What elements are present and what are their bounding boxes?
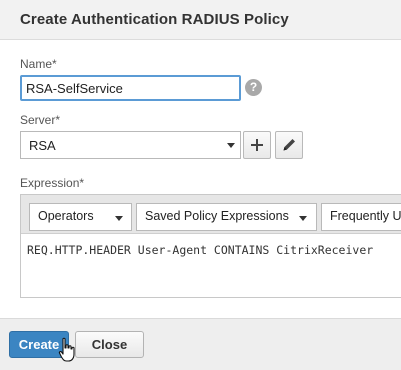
operators-label: Operators (38, 209, 94, 223)
server-select[interactable]: RSA (20, 131, 241, 159)
chevron-down-icon (115, 216, 123, 221)
chevron-down-icon (227, 143, 235, 148)
question-circle-icon[interactable]: ? (245, 79, 262, 96)
expression-text[interactable]: REQ.HTTP.HEADER User-Agent CONTAINS Citr… (27, 243, 373, 257)
operators-dropdown[interactable]: Operators (29, 203, 132, 231)
add-server-button[interactable] (243, 131, 271, 159)
frequently-used-label: Frequently Use (330, 209, 401, 223)
server-select-value: RSA (29, 138, 56, 153)
plus-icon (251, 139, 263, 151)
name-input[interactable] (20, 75, 241, 101)
saved-policy-expressions-label: Saved Policy Expressions (145, 209, 289, 223)
expression-toolbar: Operators Saved Policy Expressions Frequ… (21, 195, 401, 234)
expression-label: Expression* (20, 176, 85, 190)
expression-editor[interactable]: Operators Saved Policy Expressions Frequ… (20, 194, 401, 298)
frequently-used-dropdown[interactable]: Frequently Use (321, 203, 401, 231)
name-label: Name* (20, 57, 57, 71)
pencil-icon (283, 139, 295, 151)
hand-pointer-icon (58, 337, 75, 362)
server-label: Server* (20, 113, 61, 127)
dialog-title: Create Authentication RADIUS Policy (20, 11, 289, 28)
dialog-header: Create Authentication RADIUS Policy (0, 0, 401, 40)
edit-server-button[interactable] (275, 131, 303, 159)
close-button[interactable]: Close (75, 331, 144, 358)
saved-policy-expressions-dropdown[interactable]: Saved Policy Expressions (136, 203, 317, 231)
chevron-down-icon (299, 216, 307, 221)
